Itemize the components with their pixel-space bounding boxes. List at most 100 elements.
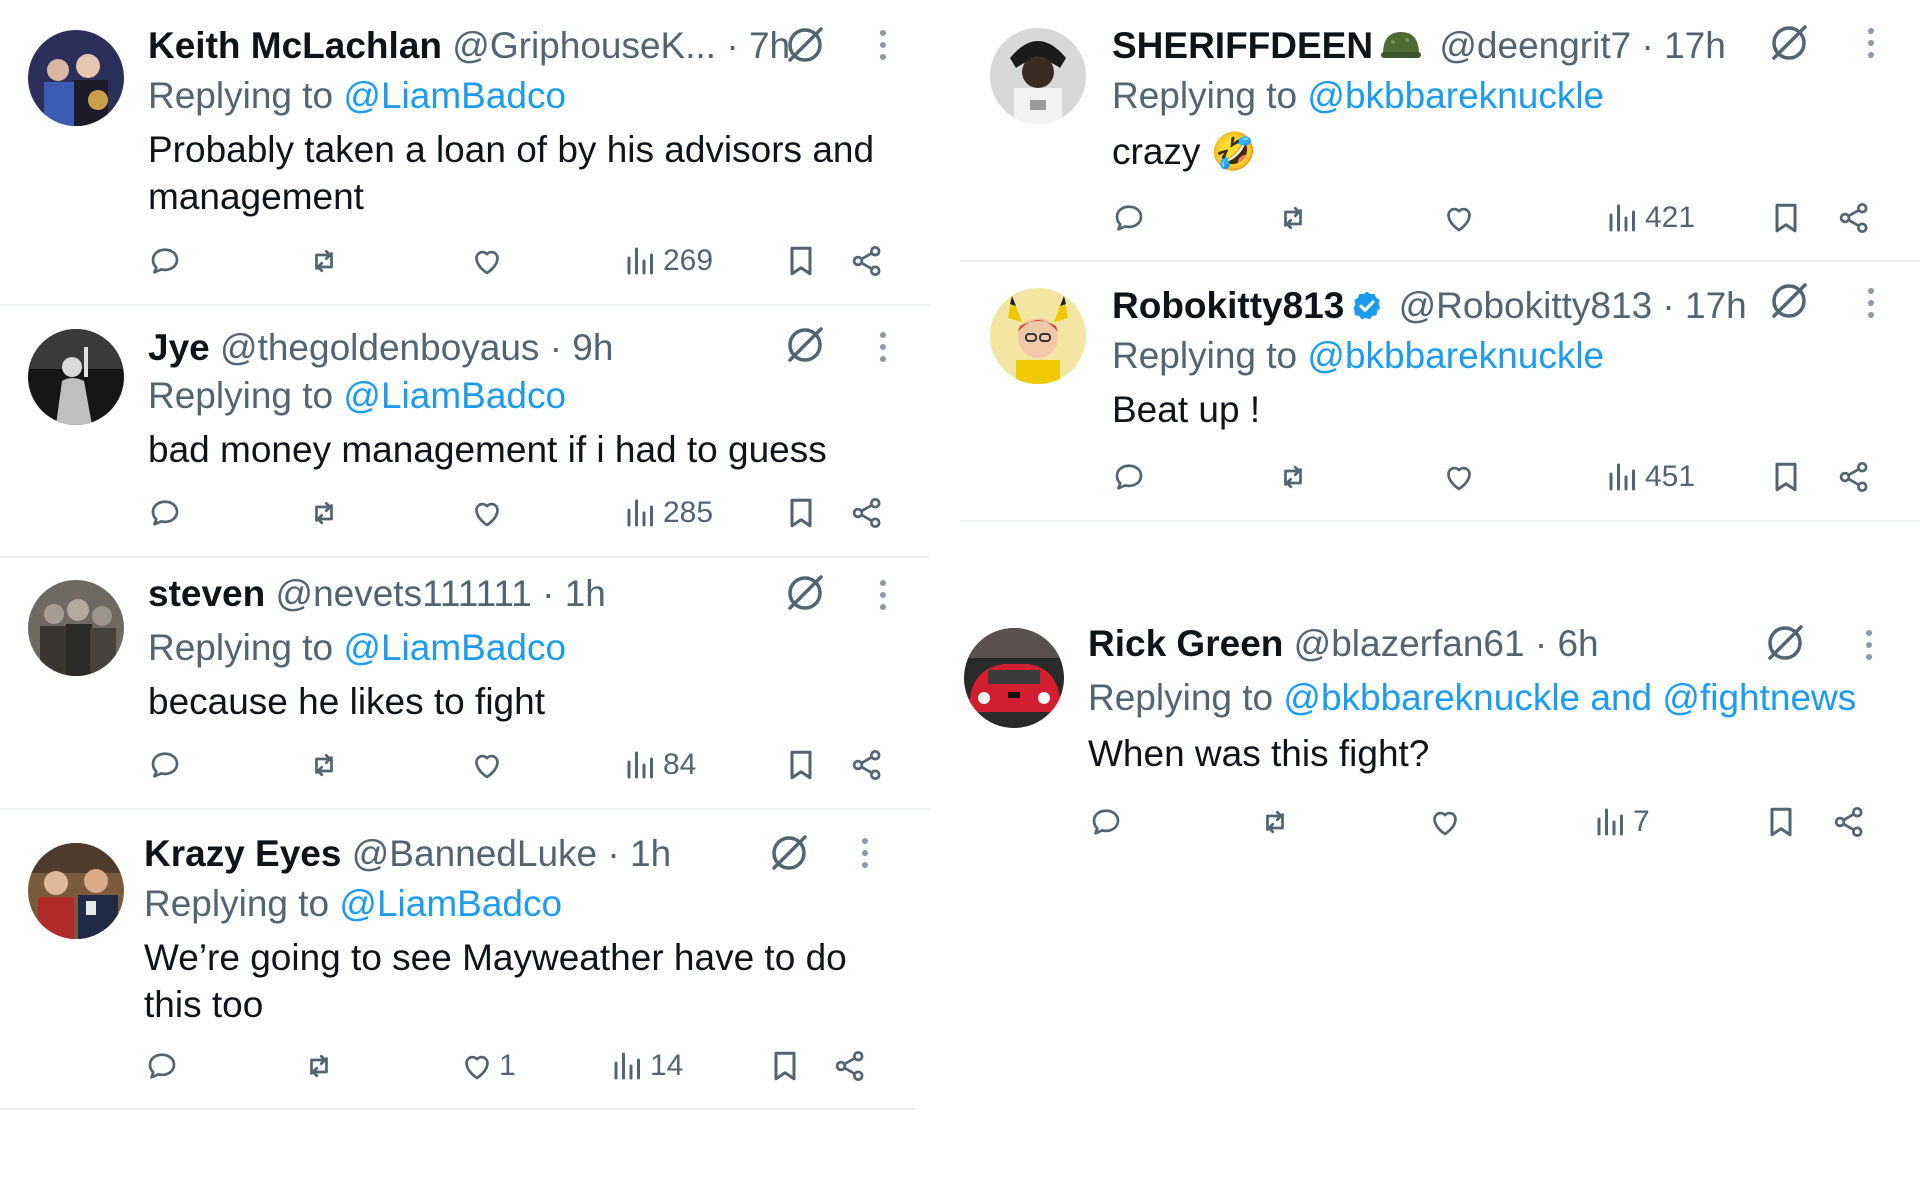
share-icon [835,1051,864,1081]
handle-and-time[interactable]: @Robokitty813 · 17h [1399,285,1747,326]
share-button[interactable] [1836,457,1872,497]
avatar[interactable] [28,329,124,425]
reply-tweet[interactable]: Jye @thegoldenboyaus · 9h Replying to @L… [0,306,930,556]
views-button[interactable]: 7 [1593,802,1650,842]
mention-link[interactable]: @LiamBadco [343,627,566,668]
like-button[interactable] [1427,802,1467,842]
share-button[interactable] [832,1046,868,1086]
views-button[interactable]: 285 [623,493,713,533]
reply-tweet[interactable]: steven @nevets111111 · 1h Replying to @L… [0,558,930,808]
grok-icon[interactable] [784,324,826,366]
share-button[interactable] [849,241,885,281]
reply-tweet[interactable]: SHERIFFDEEN @deengrit7 · 17h Replying to… [960,0,1920,260]
tweet-text: We’re going to see Mayweather have to do… [144,937,847,1025]
like-button[interactable] [469,241,509,281]
handle-and-time[interactable]: @GriphouseK... · 7h [452,25,790,66]
avatar[interactable] [28,30,124,126]
reply-tweet[interactable]: Krazy Eyes @BannedLuke · 1h Replying to … [0,810,915,1108]
bookmark-button[interactable] [783,493,819,533]
display-name[interactable]: Robokitty813 [1112,285,1344,326]
retweet-button[interactable] [1275,457,1311,497]
like-button[interactable] [1441,457,1481,497]
share-button[interactable] [1831,802,1867,842]
mention-link[interactable]: @LiamBadco [343,75,566,116]
reply-button[interactable] [1088,802,1124,842]
more-icon[interactable] [878,30,888,66]
tweet-text: bad money management if i had to guess [148,429,827,470]
handle-and-time[interactable]: @thegoldenboyaus · 9h [220,327,613,368]
share-button[interactable] [849,745,885,785]
avatar[interactable] [28,843,124,939]
like-button[interactable] [469,745,509,785]
like-button[interactable]: 1 [459,1046,516,1086]
retweet-button[interactable] [306,241,342,281]
views-button[interactable]: 421 [1605,198,1695,238]
mention-link[interactable]: @LiamBadco [339,883,562,924]
reply-tweet[interactable]: Keith McLachlan @GriphouseK... · 7h Repl… [0,0,930,304]
grok-icon[interactable] [768,832,810,874]
reply-button[interactable] [147,493,183,533]
like-button[interactable] [1441,198,1481,238]
display-name[interactable]: Jye [148,327,210,368]
retweet-button[interactable] [1257,802,1293,842]
avatar[interactable] [964,628,1064,728]
bookmark-button[interactable] [767,1046,803,1086]
bookmark-icon [1775,203,1797,233]
replying-label: Replying to [1088,677,1284,718]
avatar[interactable] [990,28,1086,124]
grok-icon[interactable] [784,24,826,66]
bookmark-button[interactable] [1763,802,1799,842]
bookmark-button[interactable] [783,745,819,785]
reply-button[interactable] [1111,457,1147,497]
grok-icon[interactable] [1764,622,1806,664]
more-icon[interactable] [860,838,870,874]
bookmark-button[interactable] [783,241,819,281]
views-button[interactable]: 269 [623,241,713,281]
share-button[interactable] [1836,198,1872,238]
retweet-button[interactable] [306,493,342,533]
retweet-button[interactable] [1275,198,1311,238]
avatar[interactable] [28,580,124,676]
bookmark-icon [1770,807,1792,837]
more-icon[interactable] [878,332,888,368]
avatar[interactable] [990,288,1086,384]
bookmark-button[interactable] [1768,198,1804,238]
handle-and-time[interactable]: @deengrit7 · 17h [1439,25,1725,66]
more-icon[interactable] [1866,288,1876,324]
display-name[interactable]: steven [148,573,265,614]
reply-button[interactable] [147,745,183,785]
grok-icon[interactable] [784,572,826,614]
more-icon[interactable] [1866,28,1876,64]
display-name[interactable]: Krazy Eyes [144,833,341,874]
retweet-button[interactable] [306,745,342,785]
like-button[interactable] [469,493,509,533]
mention-link[interactable]: @bkbbareknuckle [1307,335,1604,376]
display-name[interactable]: Rick Green [1088,623,1283,664]
share-button[interactable] [849,493,885,533]
bookmark-button[interactable] [1768,457,1804,497]
views-button[interactable]: 14 [610,1046,683,1086]
like-icon [475,754,499,779]
retweet-button[interactable] [301,1046,337,1086]
more-icon[interactable] [1864,630,1874,666]
views-button[interactable]: 451 [1605,457,1695,497]
views-button[interactable]: 84 [623,745,696,785]
mention-link[interactable]: @bkbbareknuckle and @fightnews [1283,677,1856,718]
reply-button[interactable] [1111,198,1147,238]
grok-icon[interactable] [1768,22,1810,64]
reply-tweet[interactable]: Rick Green @blazerfan61 · 6h Replying to… [960,600,1920,860]
like-icon [1447,466,1471,491]
reply-button[interactable] [144,1046,180,1086]
reply-button[interactable] [147,241,183,281]
handle-and-time[interactable]: @blazerfan61 · 6h [1294,623,1599,664]
mention-link[interactable]: @LiamBadco [343,375,566,416]
grok-icon[interactable] [1768,280,1810,322]
replying-label: Replying to [144,883,340,924]
mention-link[interactable]: @bkbbareknuckle [1307,75,1604,116]
more-icon[interactable] [878,580,888,616]
handle-and-time[interactable]: @nevets111111 · 1h [276,573,606,614]
display-name[interactable]: SHERIFFDEEN [1112,25,1373,66]
handle-and-time[interactable]: @BannedLuke · 1h [352,833,671,874]
reply-tweet[interactable]: Robokitty813 @Robokitty813 · 17h Replyin… [960,262,1920,520]
display-name[interactable]: Keith McLachlan [148,25,442,66]
